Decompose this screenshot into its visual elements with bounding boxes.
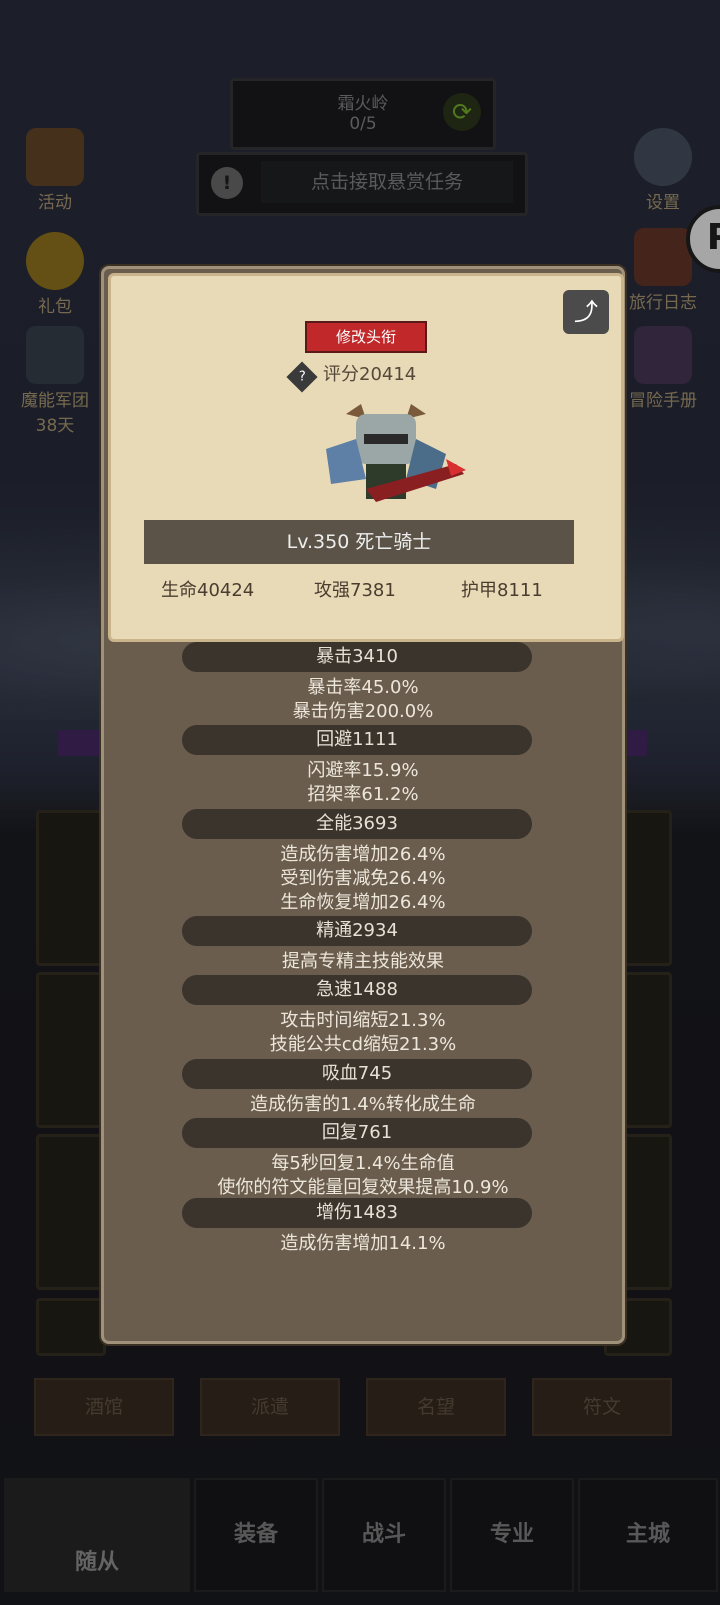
level-name-bar: Lv.350 死亡骑士 (144, 520, 574, 564)
stat-line: 暴击率45.0% (307, 677, 419, 698)
stat-line: 造成伤害增加14.1% (280, 1233, 446, 1254)
death-knight-avatar (326, 404, 466, 502)
attack-stat: 攻强7381 (314, 580, 396, 601)
section-avoidance: 回避1111 (182, 725, 532, 755)
section-crit: 暴击3410 (182, 642, 532, 672)
armor-stat: 护甲8111 (461, 580, 543, 601)
stat-line: 使你的符文能量回复效果提高10.9% (217, 1177, 509, 1198)
section-regen: 回复761 (182, 1118, 532, 1148)
section-mastery: 精通2934 (182, 916, 532, 946)
section-leech: 吸血745 (182, 1059, 532, 1089)
hp-stat: 生命40424 (161, 580, 255, 601)
stat-line: 招架率61.2% (307, 784, 419, 805)
share-icon[interactable]: ⤴ (563, 290, 609, 334)
stat-line: 攻击时间缩短21.3% (280, 1010, 446, 1031)
character-stats-panel: ⤴ 修改头衔 ? 评分20414 Lv.350 死亡骑士 生命40424 攻强73… (101, 266, 625, 1344)
stat-line: 造成伤害的1.4%转化成生命 (250, 1094, 476, 1115)
stat-line: 技能公共cd缩短21.3% (269, 1034, 457, 1055)
stat-line: 提高专精主技能效果 (282, 951, 444, 972)
stat-line: 暴击伤害200.0% (292, 701, 434, 722)
section-haste: 急速1488 (182, 975, 532, 1005)
character-card: ⤴ 修改头衔 ? 评分20414 Lv.350 死亡骑士 生命40424 攻强73… (108, 273, 624, 642)
score-row: ? 评分20414 (286, 360, 451, 393)
stat-line: 每5秒回复1.4%生命值 (271, 1153, 455, 1174)
help-icon[interactable]: ? (286, 361, 318, 393)
section-versatility: 全能3693 (182, 809, 532, 839)
stat-line: 生命恢复增加26.4% (280, 892, 446, 913)
score-value: 评分20414 (323, 364, 417, 385)
stat-line: 造成伤害增加26.4% (280, 844, 446, 865)
stat-line: 闪避率15.9% (307, 760, 419, 781)
stat-line: 受到伤害减免26.4% (280, 868, 446, 889)
edit-title-button[interactable]: 修改头衔 (305, 321, 427, 353)
section-damage-increase: 增伤1483 (182, 1198, 532, 1228)
